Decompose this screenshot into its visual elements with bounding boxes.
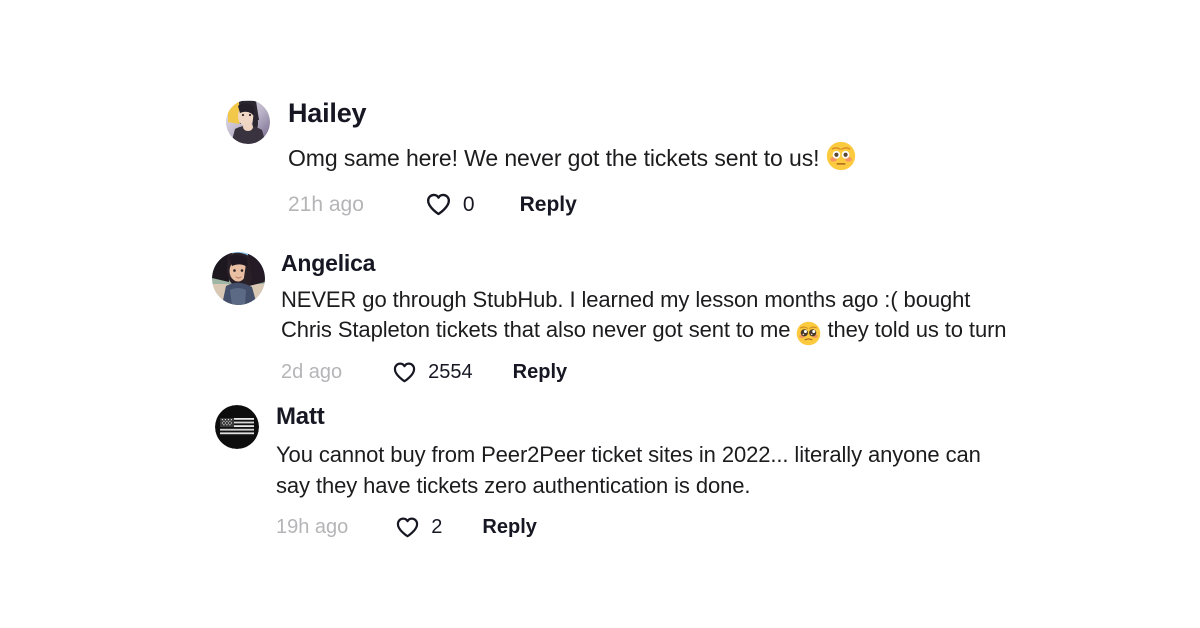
pleading-face-emoji (796, 321, 821, 346)
comment-text-part: Omg same here! We never got the tickets … (288, 145, 826, 171)
reply-button[interactable]: Reply (513, 361, 567, 384)
heart-outline-icon[interactable] (425, 191, 452, 218)
like-button[interactable]: 2 (395, 515, 442, 540)
photo-portrait-blonde-dark-avatar (226, 100, 270, 144)
heart-outline-icon[interactable] (395, 515, 420, 540)
flushed-face-emoji (826, 141, 856, 171)
comment-meta: 2d ago 2554 Reply (281, 360, 1011, 385)
comment-body: Matt You cannot buy from Peer2Peer ticke… (276, 405, 1006, 540)
comment-body: Hailey Omg same here! We never got the t… (288, 100, 1028, 218)
comment-timestamp: 21h ago (288, 192, 364, 216)
american-flag-grayscale-avatar (215, 405, 259, 449)
comment-body: Angelica NEVER go through StubHub. I lea… (281, 252, 1011, 385)
like-button[interactable]: 2554 (392, 360, 473, 385)
photo-selfie-dark-hair-avatar (212, 252, 265, 305)
comment-meta: 21h ago 0 Reply (288, 191, 1028, 218)
avatar[interactable] (226, 100, 270, 144)
reply-button[interactable]: Reply (482, 516, 536, 539)
avatar[interactable] (215, 405, 259, 449)
comment-timestamp: 2d ago (281, 361, 343, 383)
comment-item: Hailey Omg same here! We never got the t… (226, 100, 1028, 218)
like-count: 0 (462, 192, 475, 216)
comment-author[interactable]: Matt (276, 405, 1006, 429)
avatar[interactable] (212, 252, 265, 305)
comment-meta: 19h ago 2 Reply (276, 515, 1006, 540)
comment-timestamp: 19h ago (276, 516, 349, 538)
like-count: 2 (431, 516, 443, 538)
comment-text-part: they told us to turn (821, 317, 1007, 342)
comment-item: Matt You cannot buy from Peer2Peer ticke… (215, 405, 1006, 540)
comment-item: Angelica NEVER go through StubHub. I lea… (212, 252, 1011, 385)
like-button[interactable]: 0 (425, 191, 475, 218)
comment-author[interactable]: Angelica (281, 252, 1011, 275)
comment-author[interactable]: Hailey (288, 100, 1028, 127)
comment-text: Omg same here! We never got the tickets … (288, 141, 1028, 174)
reply-button[interactable]: Reply (520, 193, 577, 217)
comment-text: NEVER go through StubHub. I learned my l… (281, 285, 1011, 346)
comments-panel: Hailey Omg same here! We never got the t… (0, 0, 1200, 628)
heart-outline-icon[interactable] (392, 360, 417, 385)
comment-text: You cannot buy from Peer2Peer ticket sit… (276, 442, 981, 498)
like-count: 2554 (428, 361, 473, 383)
